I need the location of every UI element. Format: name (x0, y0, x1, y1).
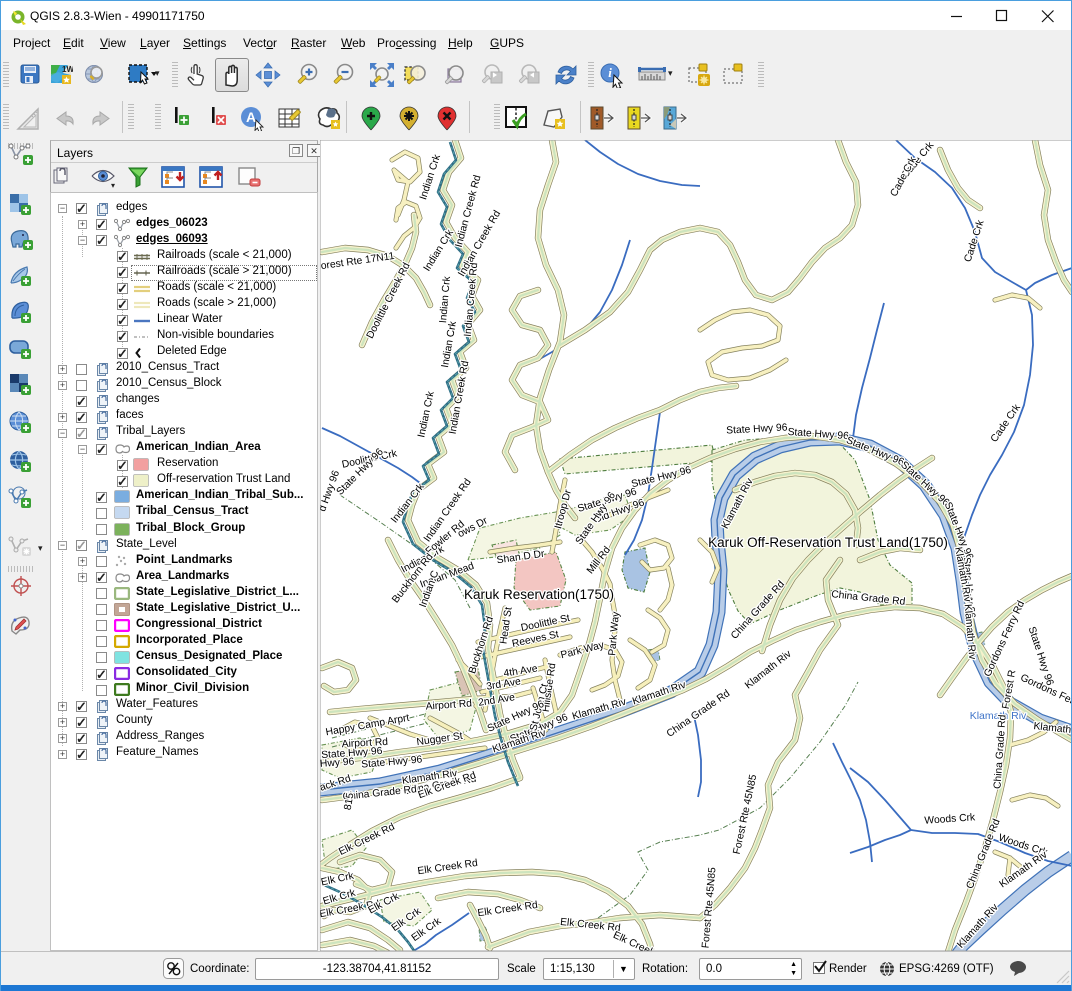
svg-text:A: A (246, 109, 256, 125)
svg-text:Karuk Off-Reservation Trust La: Karuk Off-Reservation Trust Land(1750) (708, 535, 948, 550)
svg-text:Karuk Reservation(1750): Karuk Reservation(1750) (464, 587, 614, 602)
svg-text:1W: 1W (62, 65, 73, 74)
svg-text:i: i (608, 65, 612, 80)
